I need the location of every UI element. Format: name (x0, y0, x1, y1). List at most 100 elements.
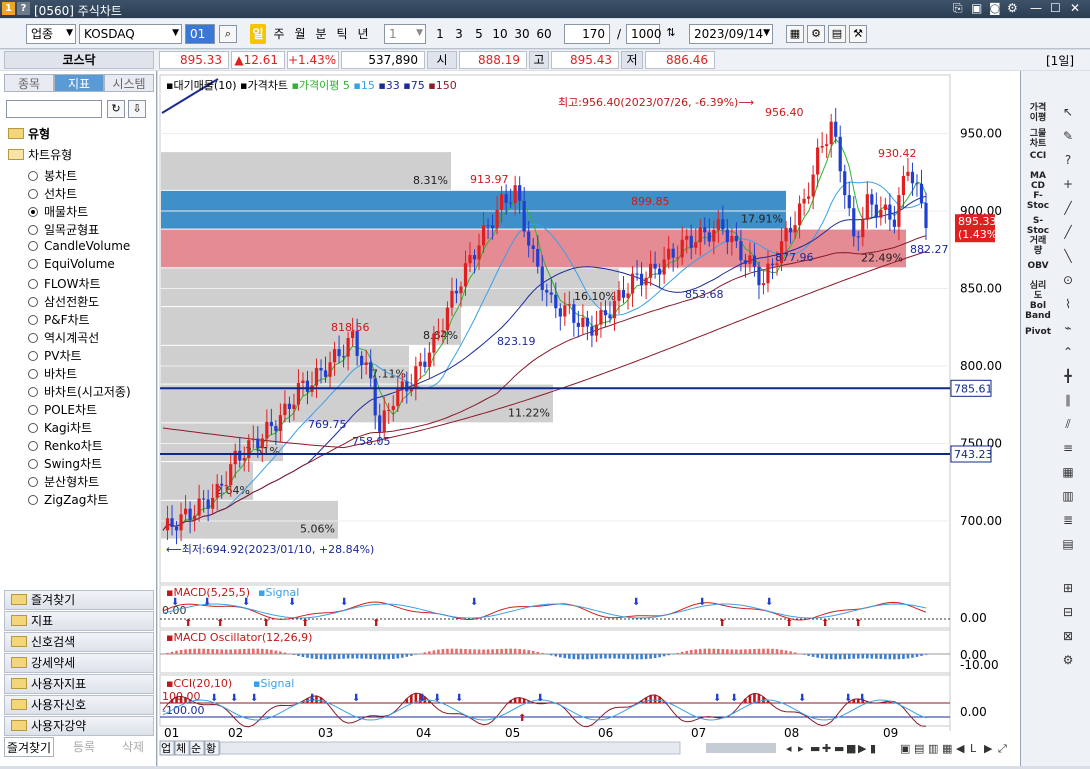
chart-type-item[interactable]: Kagi차트 (28, 419, 92, 436)
window-list-icon[interactable]: ▣ (971, 1, 982, 15)
help-icon[interactable]: ? (17, 2, 30, 15)
chart-type-item[interactable]: POLE차트 (28, 401, 97, 418)
period-week-button[interactable]: 주 (271, 24, 287, 44)
accordion-item[interactable]: 사용자지표 (4, 674, 154, 694)
search-icon[interactable]: ⌕ (219, 25, 237, 43)
indicator-shortcut-button[interactable]: 심리 도 (1025, 281, 1051, 301)
interval-10-button[interactable]: 10 (491, 24, 509, 44)
box-icon[interactable]: ⊠ (1059, 627, 1077, 645)
chart-type-item[interactable]: 역시계곡선 (28, 329, 99, 346)
chart-type-item[interactable]: 바차트(시고저종) (28, 383, 131, 400)
market-type-select[interactable]: 업종▼ (26, 24, 76, 44)
parallel-icon[interactable]: ∥ (1059, 391, 1077, 409)
lines-icon[interactable]: ≣ (1059, 511, 1077, 529)
accordion-item[interactable]: 지표 (4, 611, 154, 631)
tab-favorites[interactable]: 즐겨찾기 (4, 737, 54, 757)
chart-area[interactable]: 8.31%17.91%22.49%16.10%8.64%7.11%11.22%3… (158, 71, 1020, 766)
page-icon[interactable]: ▤ (1059, 535, 1077, 553)
indicator-shortcut-button[interactable]: 거래 량 (1025, 236, 1051, 256)
accordion-item[interactable]: 강세약세 (4, 653, 154, 673)
zigzag-icon[interactable]: ⌇ (1059, 295, 1077, 313)
indicator-shortcut-button[interactable]: CCI (1025, 151, 1051, 161)
chart-type-item[interactable]: 삼선전환도 (28, 293, 99, 310)
link-icon[interactable]: ⎘ (953, 1, 963, 16)
chart-svg[interactable]: 8.31%17.91%22.49%16.10%8.64%7.11%11.22%3… (158, 71, 1020, 766)
camera-icon[interactable]: ◙ (989, 1, 1001, 15)
crosshair-icon[interactable]: + (1059, 175, 1077, 193)
close-button[interactable]: ✕ (1070, 1, 1080, 15)
tools-icon[interactable]: ⚒ (849, 25, 867, 43)
period-minute-button[interactable]: 분 (313, 24, 329, 44)
zoom-out-icon[interactable]: ⊟ (1059, 603, 1077, 621)
period-month-button[interactable]: 월 (292, 24, 308, 44)
chart-type-item[interactable]: ZigZag차트 (28, 491, 108, 508)
chart-type-item[interactable]: 봉차트 (28, 167, 77, 184)
cross-icon[interactable]: ╋ (1059, 367, 1077, 385)
minimize-button[interactable]: — (1030, 1, 1042, 15)
accordion-item[interactable]: 사용자강약 (4, 716, 154, 736)
save-icon[interactable]: ▤ (828, 25, 846, 43)
chart-type-item[interactable]: P&F차트 (28, 311, 90, 328)
chart-type-item[interactable]: CandleVolume (28, 239, 130, 253)
zoom-icon[interactable]: ⊞ (1059, 579, 1077, 597)
tree-root[interactable]: 유형 (8, 125, 50, 142)
grid-icon[interactable]: ▦ (1059, 463, 1077, 481)
channel-icon[interactable]: ⫽ (1059, 415, 1077, 433)
trendline-icon[interactable]: ╱ (1059, 223, 1077, 241)
interval-select[interactable]: 1▼ (384, 24, 426, 44)
accordion-item[interactable]: 신호검색 (4, 632, 154, 652)
indicator-shortcut-button[interactable]: OBV (1025, 261, 1051, 271)
indicator-search-input[interactable] (6, 100, 102, 118)
fib-icon[interactable]: ≡ (1059, 439, 1077, 457)
tab-stocks[interactable]: 종목 (4, 74, 54, 92)
accordion-item[interactable]: 즐겨찾기 (4, 590, 154, 610)
interval-60-button[interactable]: 60 (535, 24, 553, 44)
wrench-icon[interactable]: ⚙ (1059, 651, 1077, 669)
scroll-arrows-icon[interactable]: ⇅ (662, 25, 680, 43)
chart-type-item[interactable]: 매물차트 (28, 203, 88, 220)
line-icon[interactable]: ╱ (1059, 199, 1077, 217)
period-tick-button[interactable]: 틱 (334, 24, 350, 44)
count-stepper[interactable]: 170 (564, 24, 610, 44)
tab-register[interactable]: 등록 (59, 737, 109, 757)
download-icon[interactable]: ⇩ (128, 100, 146, 118)
indicator-shortcut-button[interactable]: Bol Band (1025, 301, 1051, 321)
interval-5-button[interactable]: 5 (472, 24, 486, 44)
chart-type-item[interactable]: FLOW차트 (28, 275, 101, 292)
chart-type-item[interactable]: Swing차트 (28, 455, 102, 472)
tab-delete[interactable]: 삭제 (108, 737, 158, 757)
tab-system[interactable]: 시스템 (104, 74, 154, 92)
tree-group[interactable]: 차트유형 (8, 146, 72, 163)
period-day-button[interactable]: 일 (250, 24, 266, 44)
columns-icon[interactable]: ▥ (1059, 487, 1077, 505)
interval-1-button[interactable]: 1 (433, 24, 447, 44)
chart-type-item[interactable]: 선차트 (28, 185, 77, 202)
refresh-icon[interactable]: ↻ (107, 100, 125, 118)
help-icon[interactable]: ? (1059, 151, 1077, 169)
chart-type-item[interactable]: PV차트 (28, 347, 82, 364)
indicator-shortcut-button[interactable]: S-Stoc (1025, 216, 1051, 236)
diag-line-icon[interactable]: ╲ (1059, 247, 1077, 265)
settings-icon[interactable]: ⚙ (1007, 1, 1018, 15)
indicator-shortcut-button[interactable]: Pivot (1025, 327, 1051, 337)
interval-30-button[interactable]: 30 (513, 24, 531, 44)
market-name-select[interactable]: KOSDAQ▼ (79, 24, 182, 44)
wave-icon[interactable]: ⌁ (1059, 319, 1077, 337)
code-input[interactable]: 01 (185, 24, 215, 44)
period-year-button[interactable]: 년 (355, 24, 371, 44)
chart-type-item[interactable]: 일목균형표 (28, 221, 99, 238)
pen-icon[interactable]: ✎ (1059, 127, 1077, 145)
indicator-shortcut-button[interactable]: 그물 차트 (1025, 129, 1051, 149)
circle-icon[interactable]: ⊙ (1059, 271, 1077, 289)
accordion-item[interactable]: 사용자신호 (4, 695, 154, 715)
chart-type-item[interactable]: Renko차트 (28, 437, 103, 454)
maximize-button[interactable]: ☐ (1050, 1, 1061, 15)
total-count-input[interactable]: 1000 (626, 24, 660, 44)
indicator-shortcut-button[interactable]: MA CD (1025, 171, 1051, 191)
chart-layout-icon[interactable]: ▦ (786, 25, 804, 43)
indicator-shortcut-button[interactable]: 가격 이평 (1025, 103, 1051, 123)
peak-icon[interactable]: ⌃ (1059, 343, 1077, 361)
gear-icon[interactable]: ⚙ (807, 25, 825, 43)
chart-type-item[interactable]: 바차트 (28, 365, 77, 382)
pointer-icon[interactable]: ↖ (1059, 103, 1077, 121)
